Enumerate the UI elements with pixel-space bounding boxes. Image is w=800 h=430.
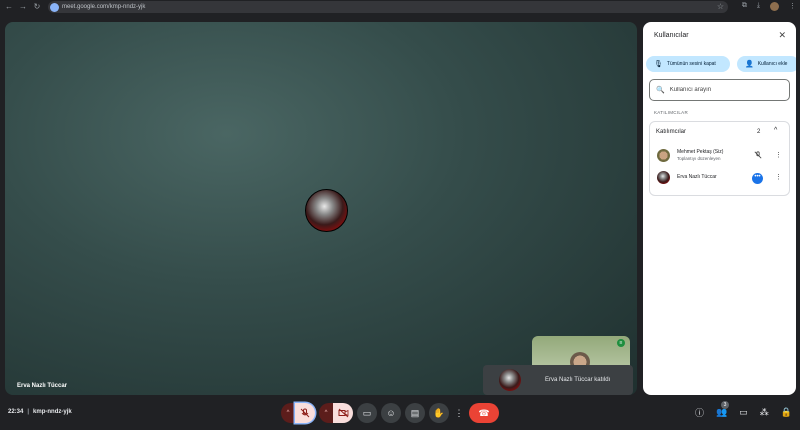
section-label: KATILIMCILAR [654, 110, 689, 115]
activities-button[interactable]: ⁂ [760, 407, 769, 418]
address-bar[interactable]: meet.google.com/kmp-nndz-yjk ☆ [48, 1, 728, 13]
present-icon: ▭ [362, 407, 372, 418]
group-count: 2 [757, 129, 761, 135]
downloads-icon[interactable]: ⤓ [757, 2, 760, 11]
search-icon: 🔍 [656, 87, 665, 94]
call-controls: ^ ^ ▭ ☺ ▤ ✋ ⋮ ☎ [281, 403, 499, 423]
more-vert-icon[interactable]: ⋮ [775, 173, 782, 181]
participants-group: Katılımcılar 2 ^ Mehmet Pektaş (Siz) Top… [649, 121, 790, 196]
camera-off-icon [338, 408, 348, 418]
browser-menu-icon[interactable]: ⋮ [789, 2, 796, 11]
mic-off-icon: 🎙 [654, 61, 663, 68]
speaker-name: Erva Nazlı Tüccar [17, 383, 68, 389]
search-input[interactable] [669, 87, 780, 93]
chat-icon: ▭ [739, 407, 748, 417]
host-controls-button[interactable]: 🔒 [781, 407, 792, 418]
people-search[interactable]: 🔍 [649, 79, 790, 101]
hand-icon: ✋ [433, 407, 445, 418]
person-add-icon: 👤 [745, 61, 754, 68]
side-panel-controls: ⓘ 👥 3 ▭ ⁂ 🔒 [695, 401, 792, 419]
mute-all-label: Tümünün sesini kapat [666, 61, 716, 67]
activities-icon: ⁂ [759, 407, 769, 417]
chat-button[interactable]: ▭ [739, 407, 748, 418]
toast-avatar [499, 369, 521, 391]
chevron-up-icon[interactable]: ^ [774, 127, 777, 134]
emoji-icon: ☺ [386, 408, 396, 418]
meeting-separator: | [27, 409, 30, 415]
browser-toolbar: ← → ↻ meet.google.com/kmp-nndz-yjk ☆ ⧉ ⤓… [0, 0, 800, 14]
panel-title: Kullanıcılar [654, 32, 689, 39]
leave-call-button[interactable]: ☎ [469, 403, 499, 423]
video-options-chevron-icon[interactable]: ^ [319, 403, 333, 423]
bookmark-star-icon[interactable]: ☆ [717, 2, 724, 11]
browser-actions: ⧉ ⤓ ⋮ [742, 2, 796, 11]
toast-text: Erva Nazlı Tüccar katıldı [545, 377, 611, 383]
captions-icon: ▤ [410, 407, 420, 418]
info-icon: ⓘ [695, 408, 705, 418]
close-icon[interactable]: ✕ [778, 30, 786, 41]
add-people-button[interactable]: 👤 Kullanıcı ekle [737, 56, 796, 72]
participant-row[interactable]: Erva Nazlı Tüccar ••• ⋮ [650, 168, 789, 188]
end-call-icon: ☎ [478, 407, 490, 418]
group-label: Katılımcılar [656, 129, 687, 135]
participant-name: Erva Nazlı Tüccar [677, 174, 717, 180]
mic-off-button[interactable] [295, 403, 315, 423]
meeting-details-button[interactable]: ⓘ [695, 406, 704, 419]
more-vert-icon: ⋮ [454, 407, 464, 418]
people-panel: Kullanıcılar ✕ 🎙 Tümünün sesini kapat 👤 … [643, 22, 796, 395]
people-button[interactable]: 👥 3 [716, 401, 730, 418]
more-vert-icon[interactable]: ⋮ [775, 151, 782, 159]
mic-off-icon [300, 408, 310, 418]
avatar [657, 149, 670, 162]
avatar [657, 171, 670, 184]
captions-button[interactable]: ▤ [405, 403, 425, 423]
mic-off-icon [754, 151, 762, 161]
more-options-button[interactable]: ⋮ [453, 403, 465, 423]
meeting-time: 22:34 [8, 409, 24, 415]
reactions-button[interactable]: ☺ [381, 403, 401, 423]
camera-off-button[interactable] [333, 403, 353, 423]
audio-indicator-icon: ≡ [617, 339, 625, 347]
participant-name: Mehmet Pektaş (Siz) [677, 149, 724, 155]
meeting-code: kmp-nndz-yjk [33, 409, 72, 415]
join-notification: Erva Nazlı Tüccar katıldı [483, 365, 633, 395]
extensions-icon[interactable]: ⧉ [742, 2, 747, 11]
reload-icon[interactable]: ↻ [32, 2, 42, 12]
participant-role: Toplantıyı düzenleyen [677, 156, 721, 161]
bottom-control-bar: 22:34 | kmp-nndz-yjk ^ ^ ▭ ☺ ▤ ✋ ⋮ ☎ ⓘ 👥 3 … [0, 400, 800, 430]
people-count-badge: 3 [721, 401, 730, 409]
site-info-icon[interactable] [50, 2, 59, 12]
add-people-label: Kullanıcı ekle [757, 61, 788, 67]
participant-row[interactable]: Mehmet Pektaş (Siz) Toplantıyı düzenleye… [650, 146, 789, 166]
speaker-avatar [305, 189, 348, 232]
mute-all-button[interactable]: 🎙 Tümünün sesini kapat [646, 56, 730, 72]
lock-icon: 🔒 [780, 407, 792, 417]
speaking-indicator-icon: ••• [752, 173, 763, 184]
present-screen-button[interactable]: ▭ [357, 403, 377, 423]
forward-icon[interactable]: → [18, 2, 28, 12]
back-icon[interactable]: ← [4, 2, 14, 12]
profile-avatar[interactable] [770, 2, 779, 11]
raise-hand-button[interactable]: ✋ [429, 403, 449, 423]
meeting-info: 22:34 | kmp-nndz-yjk [8, 409, 72, 415]
url-text: meet.google.com/kmp-nndz-yjk [62, 4, 146, 10]
audio-options-chevron-icon[interactable]: ^ [281, 403, 295, 423]
